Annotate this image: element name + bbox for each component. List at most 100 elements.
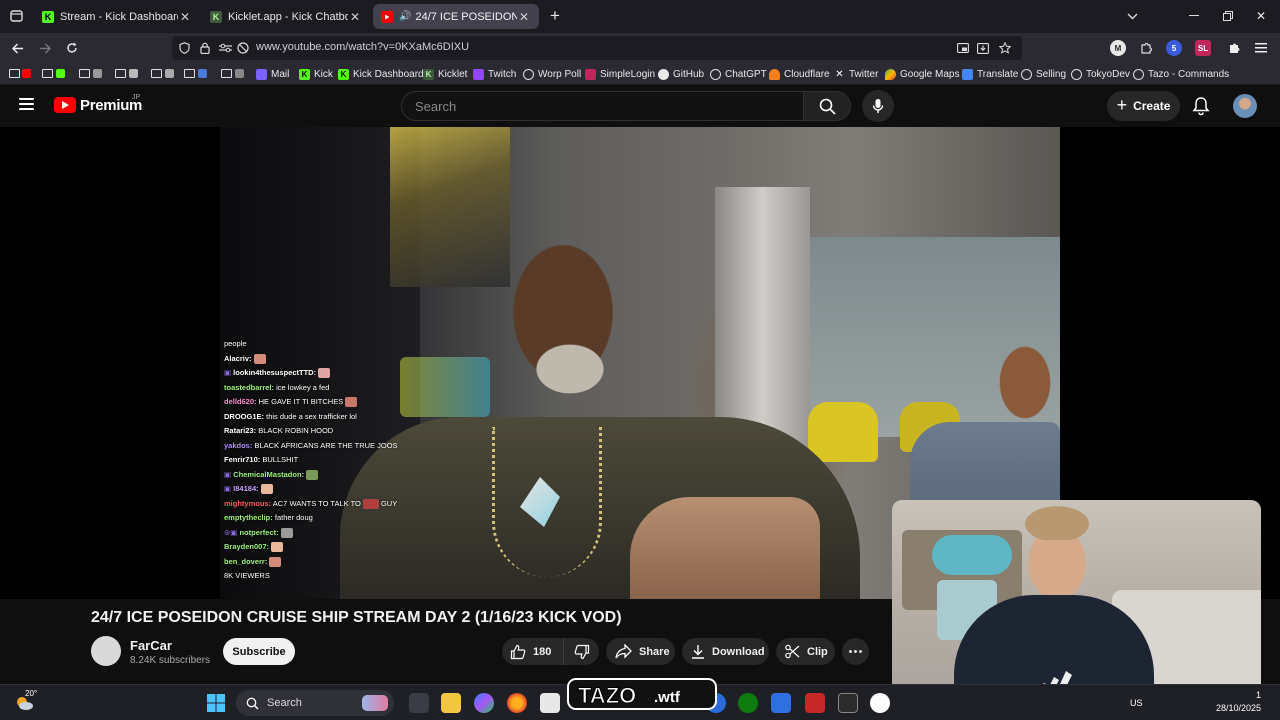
guide-menu-icon[interactable] (19, 98, 34, 110)
bookmark-chatgpt[interactable]: ChatGPT (710, 67, 767, 81)
bookmark-github[interactable]: GitHub (658, 67, 704, 81)
app-icon[interactable] (805, 693, 825, 713)
chat-line: Alacriv: (224, 352, 464, 367)
bookmark-icon[interactable] (165, 69, 174, 78)
bookmark-google-maps[interactable]: Google Maps (885, 67, 959, 81)
extension-m-icon[interactable]: M (1110, 40, 1126, 56)
tab-kicklet[interactable]: K Kicklet.app - Kick Chatbot and ✕ (202, 4, 370, 29)
task-view-icon[interactable] (409, 693, 429, 713)
bookmark-icon[interactable] (93, 69, 102, 78)
bookmark-icon[interactable] (129, 69, 138, 78)
bookmark-tazo-commands[interactable]: Tazo - Commands (1133, 67, 1229, 81)
bookmark-icon[interactable] (235, 69, 244, 78)
restore-window-icon[interactable] (1218, 6, 1238, 26)
bookmark-simplelogin[interactable]: SimpleLogin (585, 67, 655, 81)
autoplay-blocked-icon[interactable] (235, 40, 251, 56)
globe-icon (523, 68, 534, 80)
permissions-icon[interactable] (217, 40, 233, 56)
epic-games-icon[interactable] (838, 693, 858, 713)
bookmark-mail[interactable]: Mail (256, 67, 289, 81)
bookmark-tokyodev[interactable]: TokyoDev (1071, 67, 1130, 81)
lock-icon[interactable] (197, 40, 213, 56)
search-button[interactable] (803, 91, 851, 121)
bookmark-folder-icon[interactable] (221, 69, 232, 78)
chat-emote (318, 368, 331, 379)
back-icon[interactable] (8, 38, 28, 58)
chat-line: ▣ I84184: (224, 482, 464, 497)
app-icon[interactable] (771, 693, 791, 713)
list-tabs-chevron-icon[interactable] (1122, 6, 1142, 26)
bookmark-folder-icon[interactable] (151, 69, 162, 78)
dislike-button[interactable] (564, 638, 599, 665)
microsoft-store-icon[interactable] (540, 693, 560, 713)
clip-button[interactable]: Clip (776, 638, 835, 665)
close-tab-icon[interactable]: ✕ (348, 10, 362, 24)
copilot-icon[interactable] (474, 693, 494, 713)
system-clock[interactable]: 1 28/10/2025 (1216, 689, 1261, 715)
new-tab-icon[interactable]: + (545, 6, 565, 26)
youtube-logo-icon[interactable] (54, 97, 76, 113)
more-actions-button[interactable] (842, 638, 869, 665)
bookmark-folder-icon[interactable] (184, 69, 195, 78)
voice-search-button[interactable] (862, 90, 894, 122)
audio-playing-icon[interactable]: 🔊 (399, 11, 411, 22)
picture-in-picture-icon[interactable] (955, 40, 971, 56)
app-icon[interactable] (870, 693, 890, 713)
close-window-icon[interactable]: ✕ (1251, 6, 1271, 26)
minimize-window-icon[interactable] (1184, 6, 1204, 26)
search-input[interactable]: Search (401, 91, 804, 121)
file-explorer-icon[interactable] (441, 693, 461, 713)
tab-overview-icon[interactable] (6, 6, 26, 26)
bookmark-star-icon[interactable] (997, 40, 1013, 56)
bookmark-worp-poll[interactable]: Worp Poll (523, 67, 581, 81)
start-button[interactable] (206, 693, 226, 713)
windows-logo-icon (207, 694, 225, 712)
bookmark-twitch[interactable]: Twitch (473, 67, 516, 81)
youtube-bookmark-icon[interactable] (22, 69, 31, 78)
taskbar-search[interactable]: Search (236, 690, 394, 716)
download-button[interactable]: Download (682, 638, 769, 665)
bookmark-kicklet[interactable]: K Kicklet (423, 67, 467, 81)
subscribe-button[interactable]: Subscribe (223, 638, 295, 665)
create-button[interactable]: + Create (1107, 91, 1180, 121)
extension-shield-icon[interactable]: 5 (1166, 40, 1182, 56)
input-language[interactable]: US (1130, 698, 1143, 708)
reload-icon[interactable] (62, 38, 82, 58)
close-tab-icon[interactable]: ✕ (178, 10, 192, 24)
close-tab-icon[interactable]: ✕ (517, 10, 531, 24)
bookmark-folder-icon[interactable] (42, 69, 53, 78)
extension-simplelogin-icon[interactable]: SL (1195, 40, 1211, 56)
firefox-icon[interactable] (507, 693, 527, 713)
bookmark-selling[interactable]: Selling (1021, 67, 1066, 81)
bookmark-translate[interactable]: Translate (962, 67, 1018, 81)
kick-bookmark-icon[interactable] (56, 69, 65, 78)
tracking-shield-icon[interactable] (176, 40, 192, 56)
tab-youtube-active[interactable]: 🔊 24/7 ICE POSEIDON CRUISE ✕ (373, 4, 539, 29)
kick-icon: K (42, 10, 54, 23)
extensions-puzzle-icon[interactable] (1138, 40, 1154, 56)
youtube-icon (381, 10, 393, 23)
url-bar[interactable]: www.youtube.com/watch?v=0KXaMc6DIXU (172, 36, 1022, 60)
bookmark-cloudflare[interactable]: Cloudflare (769, 67, 830, 81)
bookmark-folder-icon[interactable] (115, 69, 126, 78)
bookmark-icon[interactable] (198, 69, 207, 78)
account-avatar[interactable] (1233, 94, 1257, 118)
xbox-icon[interactable] (738, 693, 758, 713)
bookmark-kick[interactable]: K Kick (299, 67, 333, 81)
app-menu-icon[interactable] (1253, 40, 1269, 56)
reader-view-icon[interactable] (975, 40, 991, 56)
like-button[interactable]: 180 (502, 638, 564, 665)
share-button[interactable]: Share (606, 638, 675, 665)
url-text[interactable]: www.youtube.com/watch?v=0KXaMc6DIXU (256, 41, 469, 53)
bookmark-folder-icon[interactable] (79, 69, 90, 78)
tab-kick-dashboard[interactable]: K Stream - Kick Dashboard ✕ (34, 4, 200, 29)
channel-name[interactable]: FarCar (130, 638, 172, 653)
channel-avatar[interactable] (91, 636, 121, 666)
bookmark-kick-dashboard[interactable]: K Kick Dashboard (338, 67, 424, 81)
bookmark-folder-icon[interactable] (9, 69, 20, 78)
bookmark-twitter[interactable]: ✕ Twitter (834, 67, 878, 81)
forward-icon[interactable] (35, 38, 55, 58)
extension-puzzle-icon[interactable] (1226, 40, 1242, 56)
notifications-bell-icon[interactable] (1192, 96, 1212, 116)
chat-line: Ratari23: BLACK ROBIN HOOD (224, 426, 334, 435)
